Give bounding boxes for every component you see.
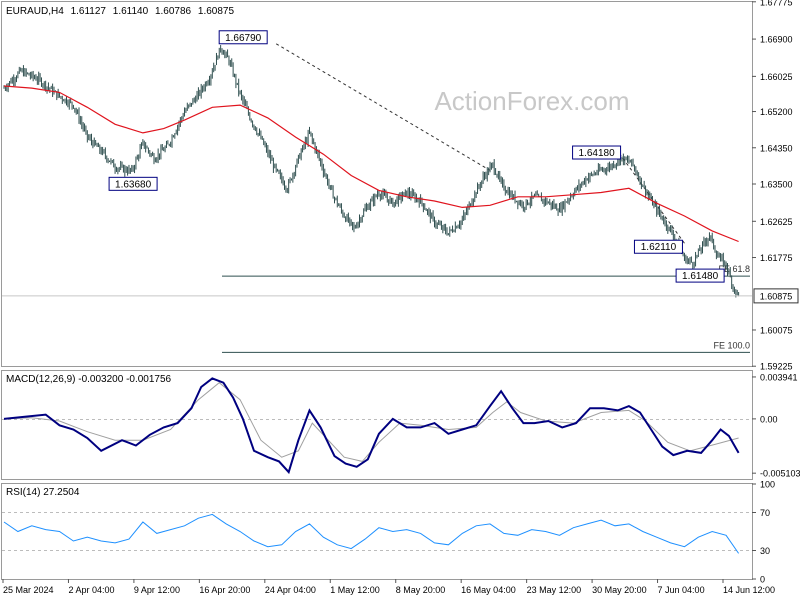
x-tick-label: 7 Jun 04:00: [658, 585, 705, 595]
macd-panel: [1, 370, 753, 480]
y-tick-label: 1.60075: [760, 325, 793, 335]
macd-title: MACD(12,26,9) -0.003200 -0.001756: [6, 374, 172, 385]
current-price-tag: 1.60875: [753, 288, 799, 304]
x-tick-label: 16 May 04:00: [461, 585, 516, 595]
svg-text:1.64180: 1.64180: [578, 148, 615, 159]
pivot-label: 1.61480: [675, 268, 725, 283]
y-tick-label: 1.63500: [760, 180, 793, 190]
ohlc-low: 1.60786: [155, 6, 192, 17]
chart-canvas: 25 Mar 2024 2 Apr 04:00 9 Apr 12:00 16 Apr …: [1, 0, 800, 595]
y-tick-label: 1.66025: [760, 72, 793, 82]
pivot-label: 1.63680: [108, 176, 158, 191]
x-tick-label: 2 Apr 04:00: [68, 585, 114, 595]
y-tick-label: 1.61775: [760, 253, 793, 263]
ohlc-open: 1.61127: [71, 6, 107, 17]
x-tick-label: 25 Mar 2024: [3, 585, 54, 595]
rsi-panel: [1, 483, 753, 580]
panel-frames: [1, 1, 753, 580]
svg-text:1.61480: 1.61480: [682, 271, 719, 282]
y-tick-label: 1.62625: [760, 217, 793, 227]
rsi-y-tick-label: 70: [760, 508, 770, 518]
svg-text:1.62110: 1.62110: [641, 242, 677, 253]
rsi-y-tick-label: 0: [760, 575, 765, 585]
x-tick-label: 23 May 12:00: [527, 585, 582, 595]
chart-window: 25 Mar 2024 2 Apr 04:00 9 Apr 12:00 16 Apr …: [0, 0, 800, 600]
current-price-label: 1.60875: [760, 291, 793, 301]
x-axis: 25 Mar 2024 2 Apr 04:00 9 Apr 12:00 16 Apr …: [2, 579, 775, 595]
x-tick-label: 30 May 20:00: [592, 585, 647, 595]
svg-text:1.66790: 1.66790: [225, 33, 262, 44]
watermark: ActionForex.com: [434, 86, 629, 116]
y-tick-label: 1.66900: [760, 35, 793, 45]
x-tick-label: 1 May 12:00: [330, 585, 380, 595]
pivot-label: 1.64180: [572, 145, 622, 160]
y-tick-label: 1.64350: [760, 143, 793, 153]
x-tick-label: 14 Jun 12:00: [723, 585, 775, 595]
pivot-label: 1.66790: [218, 30, 268, 45]
x-tick-label: 24 Apr 04:00: [265, 585, 316, 595]
y-tick-label: 1.65200: [760, 107, 793, 117]
macd-y-tick-label: 0.00: [760, 414, 778, 424]
macd-y-tick-label: -0.005103: [760, 469, 800, 479]
y-tick-label: 1.67775: [760, 0, 793, 7]
rsi-title: RSI(14) 27.2504: [6, 487, 80, 498]
pivot-label: 1.62110: [633, 239, 683, 254]
x-tick-label: 8 May 20:00: [396, 585, 446, 595]
macd-y-tick-label: 0.003941: [760, 372, 798, 382]
rsi-y-tick-label: 100: [760, 480, 775, 490]
symbol-timeframe: EURAUD,H4: [6, 6, 64, 17]
x-tick-label: 16 Apr 20:00: [199, 585, 250, 595]
fe-level-label: FE 100.0: [713, 340, 750, 350]
y-tick-label: 1.59225: [760, 362, 793, 372]
ohlc-close: 1.60875: [198, 6, 235, 17]
x-tick-label: 9 Apr 12:00: [134, 585, 180, 595]
ohlc-high: 1.61140: [113, 6, 149, 17]
rsi-y-tick-label: 30: [760, 546, 770, 556]
chart-header: EURAUD,H4 1.61127 1.61140 1.60786 1.6087…: [6, 6, 234, 17]
svg-text:1.63680: 1.63680: [115, 179, 152, 190]
